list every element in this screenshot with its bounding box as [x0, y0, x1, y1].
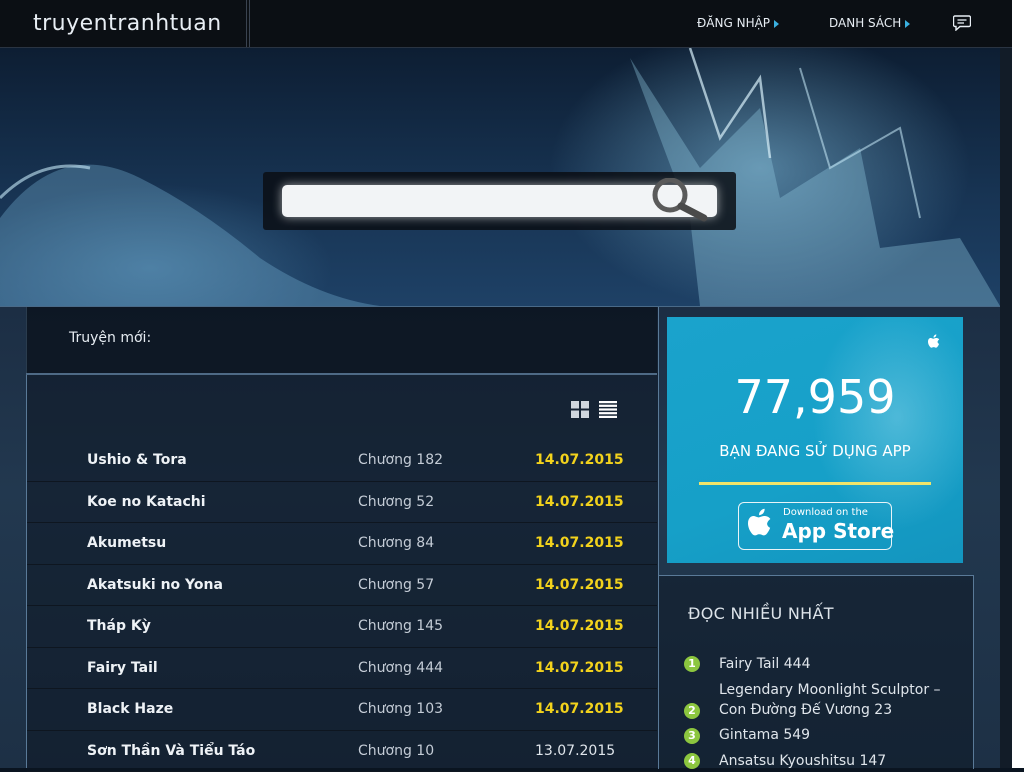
popular-item[interactable]: Gintama 549	[719, 725, 969, 745]
manga-row[interactable]: Akumetsu Chương 84 14.07.2015	[27, 523, 657, 565]
app-store-big-label: App Store	[782, 519, 894, 543]
popular-item[interactable]: Legendary Moonlight Sculptor – Con Đường…	[719, 680, 969, 720]
manga-name[interactable]: Ushio & Tora	[87, 452, 187, 468]
right-edge-strip	[1000, 48, 1012, 768]
manga-date: 14.07.2015	[535, 660, 624, 676]
manga-row[interactable]: Tháp Kỳ Chương 145 14.07.2015	[27, 606, 657, 648]
site-logo[interactable]: truyentranhtuan	[0, 0, 247, 47]
manga-row[interactable]: Fairy Tail Chương 444 14.07.2015	[27, 648, 657, 690]
manga-name[interactable]: Black Haze	[87, 701, 173, 717]
magnifier-icon[interactable]	[644, 178, 712, 222]
grid-view-icon[interactable]	[571, 401, 589, 418]
apple-logo-icon	[746, 508, 774, 540]
manga-chapter[interactable]: Chương 52	[358, 494, 434, 510]
app-divider	[699, 482, 931, 485]
list-view-icon[interactable]	[599, 401, 617, 418]
manga-chapter[interactable]: Chương 444	[358, 660, 443, 676]
manga-chapter[interactable]: Chương 84	[358, 535, 434, 551]
nav-login-label: ĐĂNG NHẬP	[697, 16, 770, 30]
popular-title: ĐỌC NHIỀU NHẤT	[688, 604, 834, 623]
manga-chapter[interactable]: Chương 182	[358, 452, 443, 468]
manga-name[interactable]: Sơn Thần Và Tiểu Táo	[87, 743, 255, 759]
manga-date: 14.07.2015	[535, 452, 624, 468]
manga-name[interactable]: Tháp Kỳ	[87, 618, 151, 634]
rank-badge: 1	[684, 656, 700, 672]
manga-date: 14.07.2015	[535, 618, 624, 634]
manga-row[interactable]: Akatsuki no Yona Chương 57 14.07.2015	[27, 565, 657, 607]
manga-name[interactable]: Fairy Tail	[87, 660, 158, 676]
manga-chapter[interactable]: Chương 10	[358, 743, 434, 759]
apple-logo-icon	[927, 334, 941, 350]
manga-chapter[interactable]: Chương 103	[358, 701, 443, 717]
manga-date: 14.07.2015	[535, 535, 624, 551]
manga-row[interactable]: Black Haze Chương 103 14.07.2015	[27, 689, 657, 731]
manga-name[interactable]: Akumetsu	[87, 535, 166, 551]
nav-login-link[interactable]: ĐĂNG NHẬP	[697, 0, 779, 47]
manga-row[interactable]: Sơn Thần Và Tiểu Táo Chương 10 13.07.201…	[27, 731, 657, 772]
manga-row[interactable]: Ushio & Tora Chương 182 14.07.2015	[27, 440, 657, 482]
chevron-right-icon	[905, 20, 910, 28]
chat-bubble-icon[interactable]	[953, 15, 971, 31]
rank-badge: 4	[684, 753, 700, 769]
rank-badge: 3	[684, 728, 700, 744]
app-store-small-label: Download on the	[783, 507, 868, 518]
manga-date: 14.07.2015	[535, 701, 624, 717]
chevron-right-icon	[774, 20, 779, 28]
manga-date: 14.07.2015	[535, 577, 624, 593]
app-subtitle: BẠN ĐANG SỬ DỤNG APP	[667, 442, 963, 460]
manga-chapter[interactable]: Chương 57	[358, 577, 434, 593]
top-bar: truyentranhtuan ĐĂNG NHẬP DANH SÁCH	[0, 0, 1012, 48]
rank-badge: 2	[684, 703, 700, 719]
manga-name[interactable]: Koe no Katachi	[87, 494, 206, 510]
new-manga-list: Ushio & Tora Chương 182 14.07.2015 Koe n…	[27, 440, 657, 772]
popular-item[interactable]: Ansatsu Kyoushitsu 147	[719, 751, 969, 771]
manga-chapter[interactable]: Chương 145	[358, 618, 443, 634]
app-user-count: 77,959	[667, 370, 963, 424]
manga-date: 13.07.2015	[535, 743, 615, 759]
manga-name[interactable]: Akatsuki no Yona	[87, 577, 223, 593]
popular-item[interactable]: Fairy Tail 444	[719, 654, 969, 674]
nav-list-label: DANH SÁCH	[829, 16, 901, 30]
new-manga-title: Truyện mới:	[69, 330, 151, 346]
manga-row[interactable]: Koe no Katachi Chương 52 14.07.2015	[27, 482, 657, 524]
nav-list-link[interactable]: DANH SÁCH	[829, 0, 910, 47]
manga-date: 14.07.2015	[535, 494, 624, 510]
logo-divider	[249, 0, 250, 47]
page-right-edge	[1012, 0, 1024, 768]
